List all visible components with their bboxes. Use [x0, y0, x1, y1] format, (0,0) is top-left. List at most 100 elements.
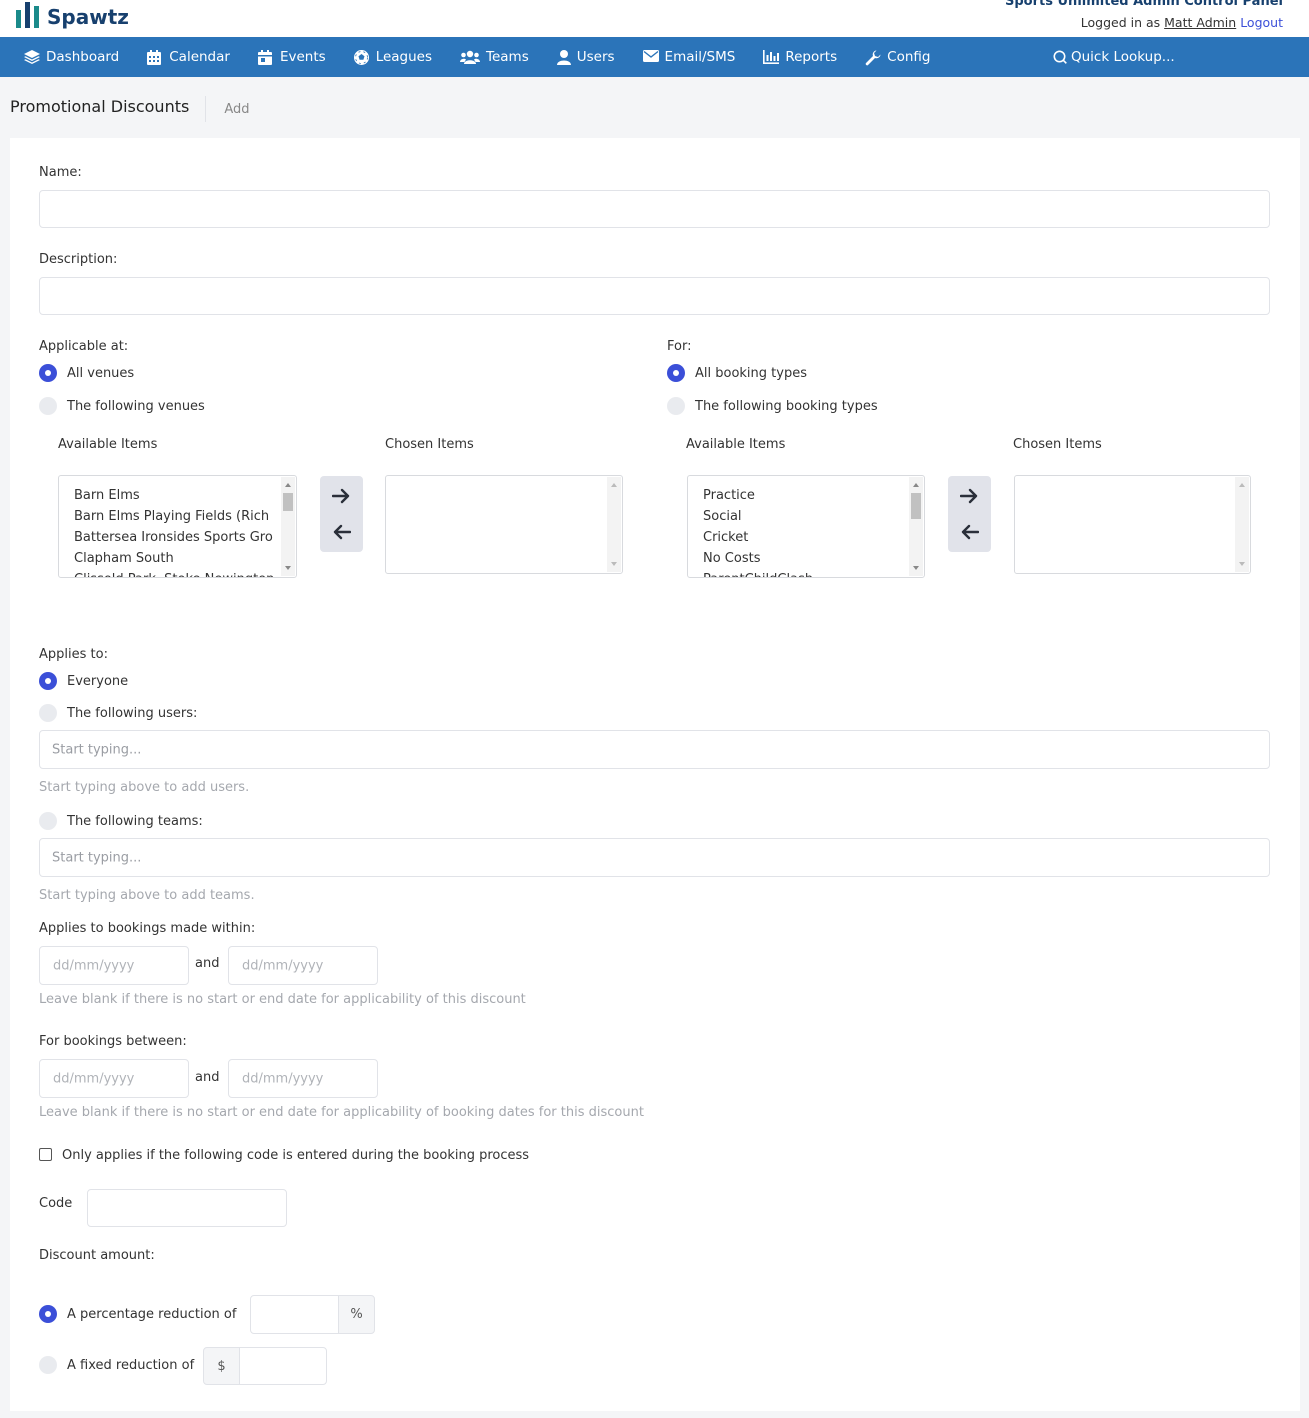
- radio-following-users[interactable]: The following users:: [39, 704, 197, 722]
- nav-events[interactable]: Events: [244, 37, 340, 77]
- radio-following-users-dot[interactable]: [39, 704, 57, 722]
- list-item[interactable]: Clissold Park, Stoke Newington: [74, 569, 276, 577]
- arrow-right-icon[interactable]: [331, 488, 351, 504]
- radio-following-venues[interactable]: The following venues: [39, 397, 205, 415]
- nav-dashboard[interactable]: Dashboard: [0, 37, 133, 77]
- code-input[interactable]: [87, 1189, 287, 1227]
- made-within-end-placeholder: dd/mm/yyyy: [242, 958, 324, 973]
- radio-following-teams[interactable]: The following teams:: [39, 812, 203, 830]
- discount-amount-label: Discount amount:: [39, 1248, 155, 1263]
- nav-config[interactable]: Config: [851, 37, 944, 77]
- booking-available-scrollbar[interactable]: [909, 477, 923, 576]
- nav-teams-label: Teams: [486, 49, 529, 65]
- fixed-amount-input[interactable]: [239, 1347, 327, 1385]
- arrow-right-icon[interactable]: [959, 488, 979, 504]
- breadcrumb-add: Add: [224, 101, 250, 117]
- nav-users-label: Users: [576, 49, 615, 65]
- made-within-end-date[interactable]: dd/mm/yyyy: [228, 946, 378, 985]
- booking-chosen-label: Chosen Items: [1013, 437, 1102, 452]
- venues-chosen-scrollbar[interactable]: [607, 477, 621, 572]
- logout-link[interactable]: Logout: [1240, 15, 1283, 30]
- radio-following-venues-dot[interactable]: [39, 397, 57, 415]
- radio-fixed-label: A fixed reduction of: [67, 1357, 195, 1373]
- users-group-icon: [460, 50, 481, 64]
- percentage-input[interactable]: [250, 1295, 339, 1334]
- radio-fixed[interactable]: A fixed reduction of: [39, 1356, 194, 1374]
- arrow-left-icon[interactable]: [332, 524, 352, 540]
- nav-users[interactable]: Users: [543, 37, 629, 77]
- list-item[interactable]: Cricket: [703, 527, 904, 548]
- booking-chosen-scrollbar[interactable]: [1235, 477, 1249, 572]
- calendar-icon: [147, 50, 163, 65]
- description-label: Description:: [39, 252, 118, 267]
- made-within-label: Applies to bookings made within:: [39, 921, 256, 936]
- logo-bars-icon: [16, 2, 39, 28]
- radio-percentage-label: A percentage reduction of: [67, 1306, 237, 1322]
- booking-chosen-list[interactable]: [1014, 475, 1251, 574]
- made-within-start-date[interactable]: dd/mm/yyyy: [39, 946, 189, 985]
- arrow-left-icon[interactable]: [960, 524, 980, 540]
- radio-percentage-dot[interactable]: [39, 1305, 57, 1323]
- nav-reports[interactable]: Reports: [749, 37, 851, 77]
- nav-email-sms-label: Email/SMS: [664, 49, 736, 65]
- list-item[interactable]: Barn Elms: [74, 485, 276, 506]
- booking-available-list[interactable]: Practice Social Cricket No Costs ParentC…: [687, 475, 925, 578]
- radio-following-booking-types-dot[interactable]: [667, 397, 685, 415]
- between-start-date[interactable]: dd/mm/yyyy: [39, 1059, 189, 1098]
- user-icon: [556, 50, 571, 65]
- main-nav: Dashboard Calendar Events Leagues Teams …: [0, 37, 1309, 77]
- nav-leagues[interactable]: Leagues: [340, 37, 446, 77]
- radio-everyone-label: Everyone: [67, 673, 129, 689]
- booking-available-label: Available Items: [686, 437, 786, 452]
- list-item[interactable]: Barn Elms Playing Fields (Rich: [74, 506, 276, 527]
- radio-everyone-dot[interactable]: [39, 672, 57, 690]
- radio-all-venues[interactable]: All venues: [39, 364, 134, 382]
- list-item[interactable]: Clapham South: [74, 548, 276, 569]
- teams-search-placeholder: Start typing...: [52, 850, 142, 865]
- between-and: and: [195, 1070, 220, 1085]
- radio-everyone[interactable]: Everyone: [39, 672, 128, 690]
- radio-following-booking-types[interactable]: The following booking types: [667, 397, 878, 415]
- teams-hint: Start typing above to add teams.: [39, 888, 255, 903]
- radio-all-booking-types[interactable]: All booking types: [667, 364, 807, 382]
- radio-all-booking-types-dot[interactable]: [667, 364, 685, 382]
- nav-events-label: Events: [279, 49, 326, 65]
- code-label: Code: [39, 1196, 73, 1211]
- name-input[interactable]: [39, 190, 1270, 228]
- radio-percentage[interactable]: A percentage reduction of: [39, 1305, 236, 1323]
- list-item[interactable]: Battersea Ironsides Sports Gro: [74, 527, 276, 548]
- between-end-placeholder: dd/mm/yyyy: [242, 1071, 324, 1086]
- nav-dashboard-label: Dashboard: [46, 49, 120, 65]
- list-item[interactable]: Practice: [703, 485, 904, 506]
- discount-form: Name: Description: Applicable at: All ve…: [10, 138, 1300, 1411]
- list-item[interactable]: ParentChildClash: [703, 569, 904, 577]
- venues-available-list[interactable]: Barn Elms Barn Elms Playing Fields (Rich…: [58, 475, 297, 578]
- nav-email-sms[interactable]: Email/SMS: [629, 37, 750, 77]
- between-hint: Leave blank if there is no start or end …: [39, 1105, 644, 1120]
- quick-lookup[interactable]: Quick Lookup...: [1053, 37, 1175, 77]
- venues-chosen-list[interactable]: [385, 475, 623, 574]
- list-item[interactable]: Social: [703, 506, 904, 527]
- ball-icon: [353, 50, 370, 65]
- nav-calendar-label: Calendar: [169, 49, 230, 65]
- brand-logo[interactable]: Spawtz: [16, 0, 129, 28]
- current-user-link[interactable]: Matt Admin: [1164, 15, 1236, 30]
- between-end-date[interactable]: dd/mm/yyyy: [228, 1059, 378, 1098]
- nav-teams[interactable]: Teams: [446, 37, 543, 77]
- radio-all-venues-dot[interactable]: [39, 364, 57, 382]
- name-label: Name:: [39, 165, 82, 180]
- made-within-start-placeholder: dd/mm/yyyy: [53, 958, 135, 973]
- nav-calendar[interactable]: Calendar: [133, 37, 244, 77]
- teams-search-input[interactable]: Start typing...: [39, 838, 1270, 877]
- page-header: Promotional Discounts Add: [10, 96, 250, 122]
- venues-move-buttons: [320, 476, 363, 552]
- list-item[interactable]: No Costs: [703, 548, 904, 569]
- code-only-checkbox[interactable]: [39, 1148, 52, 1161]
- venues-available-scrollbar[interactable]: [281, 477, 295, 576]
- venues-chosen-label: Chosen Items: [385, 437, 474, 452]
- users-search-input[interactable]: Start typing...: [39, 730, 1270, 769]
- nav-config-label: Config: [887, 49, 931, 65]
- radio-following-teams-dot[interactable]: [39, 812, 57, 830]
- description-input[interactable]: [39, 277, 1270, 315]
- radio-fixed-dot[interactable]: [39, 1356, 57, 1374]
